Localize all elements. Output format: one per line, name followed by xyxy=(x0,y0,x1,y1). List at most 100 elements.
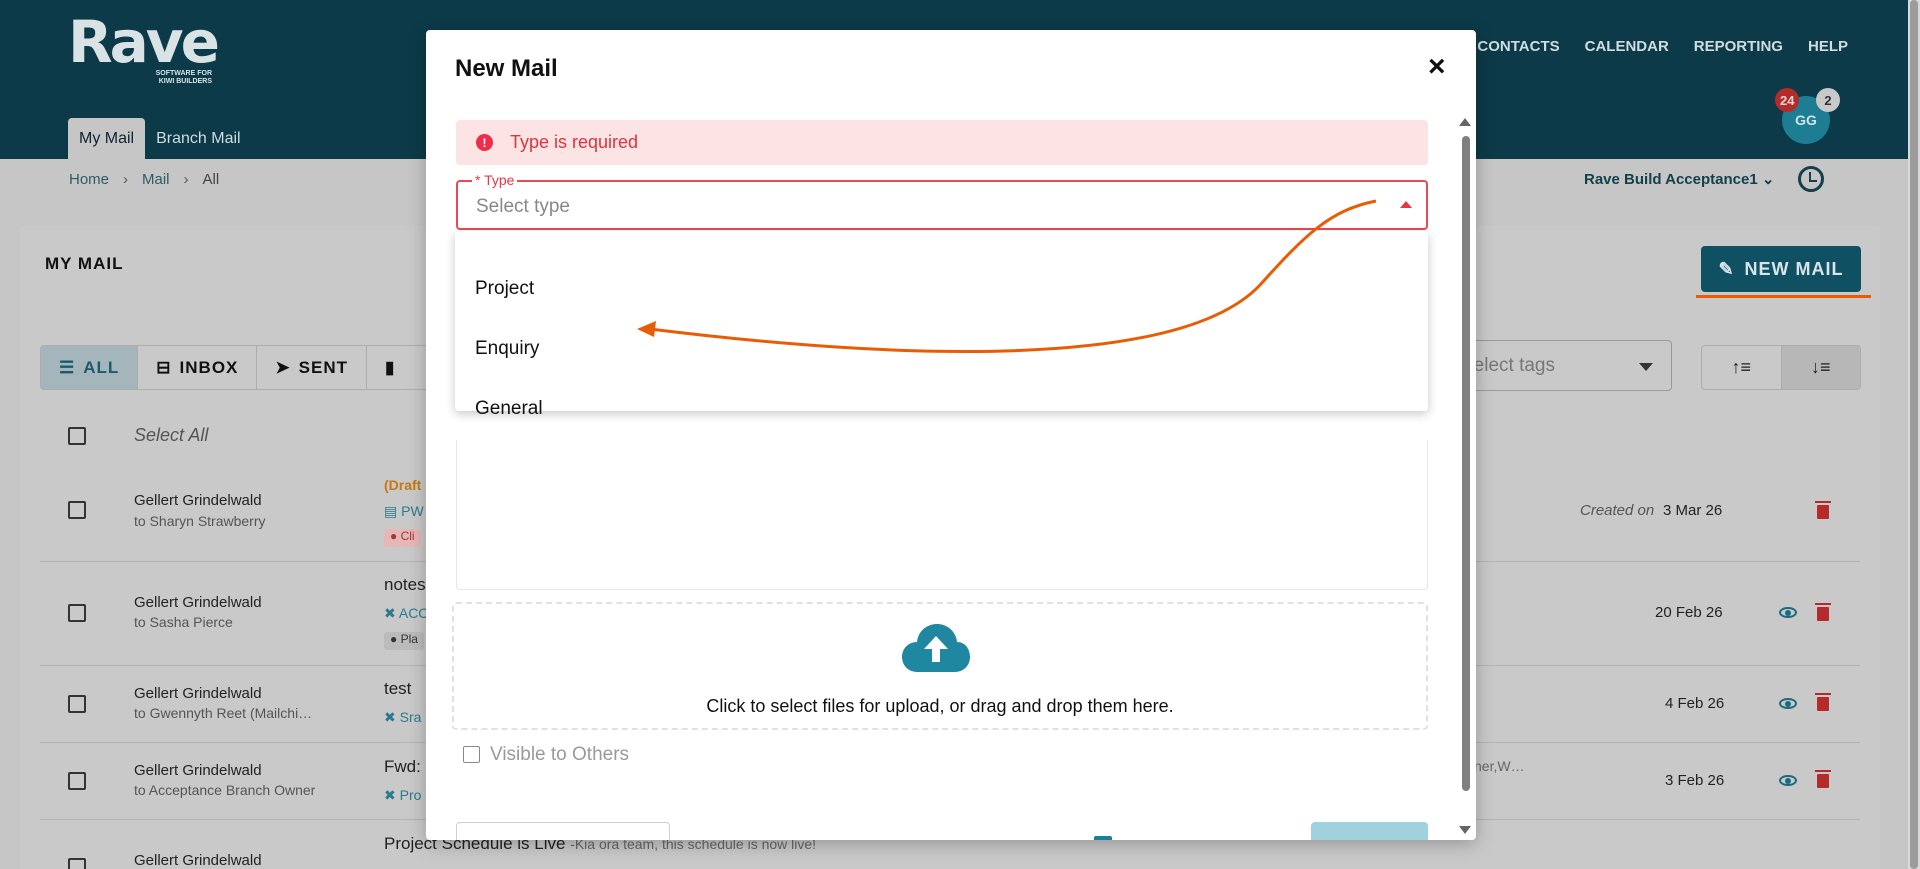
visible-to-others-label: Visible to Others xyxy=(490,744,630,765)
row-project-link[interactable]: ✖ Sra xyxy=(384,709,421,726)
row-subject[interactable]: test xyxy=(384,679,411,699)
close-icon[interactable]: × xyxy=(1428,52,1446,82)
filter-inbox-label: INBOX xyxy=(179,357,239,377)
row-date: 3 Mar 26 xyxy=(1663,502,1723,519)
new-mail-button[interactable]: ✎ NEW MAIL xyxy=(1701,246,1861,292)
tab-my-mail[interactable]: My Mail xyxy=(68,118,146,159)
row-subject[interactable]: Fwd: xyxy=(384,757,421,777)
row-recipient: to Acceptance Branch Owner xyxy=(134,782,316,798)
breadcrumb: Home › Mail › All xyxy=(69,171,219,188)
type-placeholder: Select type xyxy=(476,196,570,217)
caret-down-icon xyxy=(1639,363,1653,371)
sort-toggle-group: ↑≡ ↓≡ xyxy=(1701,345,1861,390)
nav-contacts[interactable]: CONTACTS xyxy=(1477,38,1559,55)
row-recipients-overflow: ner,W… xyxy=(1474,758,1525,774)
row-project-name: PW xyxy=(401,503,424,519)
type-dropdown-menu: Project Enquiry General xyxy=(455,231,1428,419)
row-sender: Gellert Grindelwald xyxy=(134,594,262,611)
eye-icon[interactable] xyxy=(1779,698,1797,709)
page-scrollbar-thumb[interactable] xyxy=(1910,0,1918,869)
file-upload-dropzone[interactable]: Click to select files for upload, or dra… xyxy=(452,602,1428,730)
row-tag-label: Cli xyxy=(400,529,415,543)
trash-icon[interactable] xyxy=(1815,693,1831,711)
mail-filter-group: ☰ ALL ⊟ INBOX ➤ SENT ▮ xyxy=(40,345,437,390)
row-recipient: to Sharyn Strawberry xyxy=(134,513,266,529)
row-created-label: Created on xyxy=(1580,502,1655,519)
mail-subtabs: My Mail Branch Mail xyxy=(68,118,252,159)
trash-icon[interactable] xyxy=(1815,770,1831,788)
eye-icon[interactable] xyxy=(1779,775,1797,786)
page-title: MY MAIL xyxy=(45,254,124,273)
logo-wordmark: Rave xyxy=(68,8,220,76)
row-project-name: ACC xyxy=(398,605,429,621)
row-checkbox[interactable] xyxy=(68,604,86,622)
sort-descending-icon[interactable]: ↓≡ xyxy=(1780,346,1860,389)
row-checkbox[interactable] xyxy=(68,858,86,869)
list-icon: ☰ xyxy=(59,357,76,377)
row-recipient: to Gwennyth Reet (Mailchi… xyxy=(134,705,313,721)
row-checkbox[interactable] xyxy=(68,695,86,713)
option-project[interactable]: Project xyxy=(475,278,534,300)
row-checkbox[interactable] xyxy=(68,501,86,519)
visible-to-others-checkbox[interactable] xyxy=(463,746,480,763)
row-project-name: Pro xyxy=(399,787,422,803)
top-nav: CONTACTS CALENDAR REPORTING HELP xyxy=(1477,38,1848,55)
dialog-scrollbar-thumb[interactable] xyxy=(1462,136,1470,791)
row-date: 20 Feb 26 xyxy=(1655,604,1723,621)
option-general[interactable]: General xyxy=(475,398,543,420)
type-select[interactable]: * Type Select type xyxy=(456,172,1428,230)
branch-selector[interactable]: Rave Build Acceptance1 ⌄ xyxy=(1584,170,1774,188)
tab-branch-mail[interactable]: Branch Mail xyxy=(145,118,251,159)
error-icon: ! xyxy=(476,134,493,151)
filter-inbox[interactable]: ⊟ INBOX xyxy=(138,346,258,389)
dialog-title: New Mail xyxy=(455,55,558,82)
row-sender: Gellert Grindelwald xyxy=(134,685,262,702)
new-mail-dialog: New Mail × ! Type is required * Type Sel… xyxy=(426,30,1476,840)
send-button[interactable] xyxy=(1311,822,1428,840)
filter-sent-label: SENT xyxy=(298,357,348,377)
filter-all[interactable]: ☰ ALL xyxy=(41,346,139,389)
error-alert: ! Type is required xyxy=(456,120,1428,165)
logo-tagline: SOFTWARE FOR KIWI BUILDERS xyxy=(155,70,212,85)
trash-icon[interactable] xyxy=(1815,501,1831,519)
chevron-right-icon: › xyxy=(123,171,129,188)
row-project-link[interactable]: ✖ Pro xyxy=(384,787,421,804)
rave-logo[interactable]: Rave SOFTWARE FOR KIWI BUILDERS xyxy=(68,8,220,85)
message-badge[interactable]: 2 xyxy=(1816,88,1840,112)
nav-calendar[interactable]: CALENDAR xyxy=(1585,38,1669,55)
annotation-underline xyxy=(1696,295,1871,298)
secondary-action-button[interactable] xyxy=(456,822,670,840)
breadcrumb-mail[interactable]: Mail xyxy=(142,171,170,188)
nav-reporting[interactable]: REPORTING xyxy=(1694,38,1783,55)
eye-icon[interactable] xyxy=(1779,607,1797,618)
row-project-link[interactable]: ✖ ACC xyxy=(384,605,428,622)
trash-icon[interactable] xyxy=(1815,603,1831,621)
nav-help[interactable]: HELP xyxy=(1808,38,1848,55)
row-sender: Gellert Grindelwald xyxy=(134,762,262,779)
new-mail-label: NEW MAIL xyxy=(1744,258,1844,279)
scroll-down-arrow-icon[interactable] xyxy=(1459,826,1471,834)
row-subject[interactable]: notes xyxy=(384,575,426,595)
scroll-up-arrow-icon[interactable] xyxy=(1459,118,1471,126)
row-checkbox[interactable] xyxy=(68,772,86,790)
branch-selector-label: Rave Build Acceptance1 xyxy=(1584,171,1758,188)
error-message: Type is required xyxy=(510,132,639,152)
row-project-name: Sra xyxy=(399,709,422,725)
type-label: * Type xyxy=(472,172,518,188)
row-project-link[interactable]: ▤ PW xyxy=(384,503,424,520)
footer-checkbox[interactable] xyxy=(1094,836,1112,840)
inbox-icon: ⊟ xyxy=(156,357,172,377)
select-all-checkbox[interactable] xyxy=(68,427,86,445)
row-date: 3 Feb 26 xyxy=(1665,772,1725,789)
sort-ascending-icon[interactable]: ↑≡ xyxy=(1702,346,1781,389)
filter-sent[interactable]: ➤ SENT xyxy=(257,346,367,389)
caret-up-icon xyxy=(1400,201,1412,208)
breadcrumb-home[interactable]: Home xyxy=(69,171,109,188)
send-icon: ➤ xyxy=(275,357,291,377)
chevron-down-icon: ⌄ xyxy=(1761,171,1775,188)
history-clock-icon[interactable] xyxy=(1798,166,1824,192)
option-enquiry[interactable]: Enquiry xyxy=(475,338,539,360)
row-recipient: to Sasha Pierce xyxy=(134,614,233,630)
message-body-editor[interactable] xyxy=(456,440,1428,590)
select-all-label: Select All xyxy=(134,425,209,445)
